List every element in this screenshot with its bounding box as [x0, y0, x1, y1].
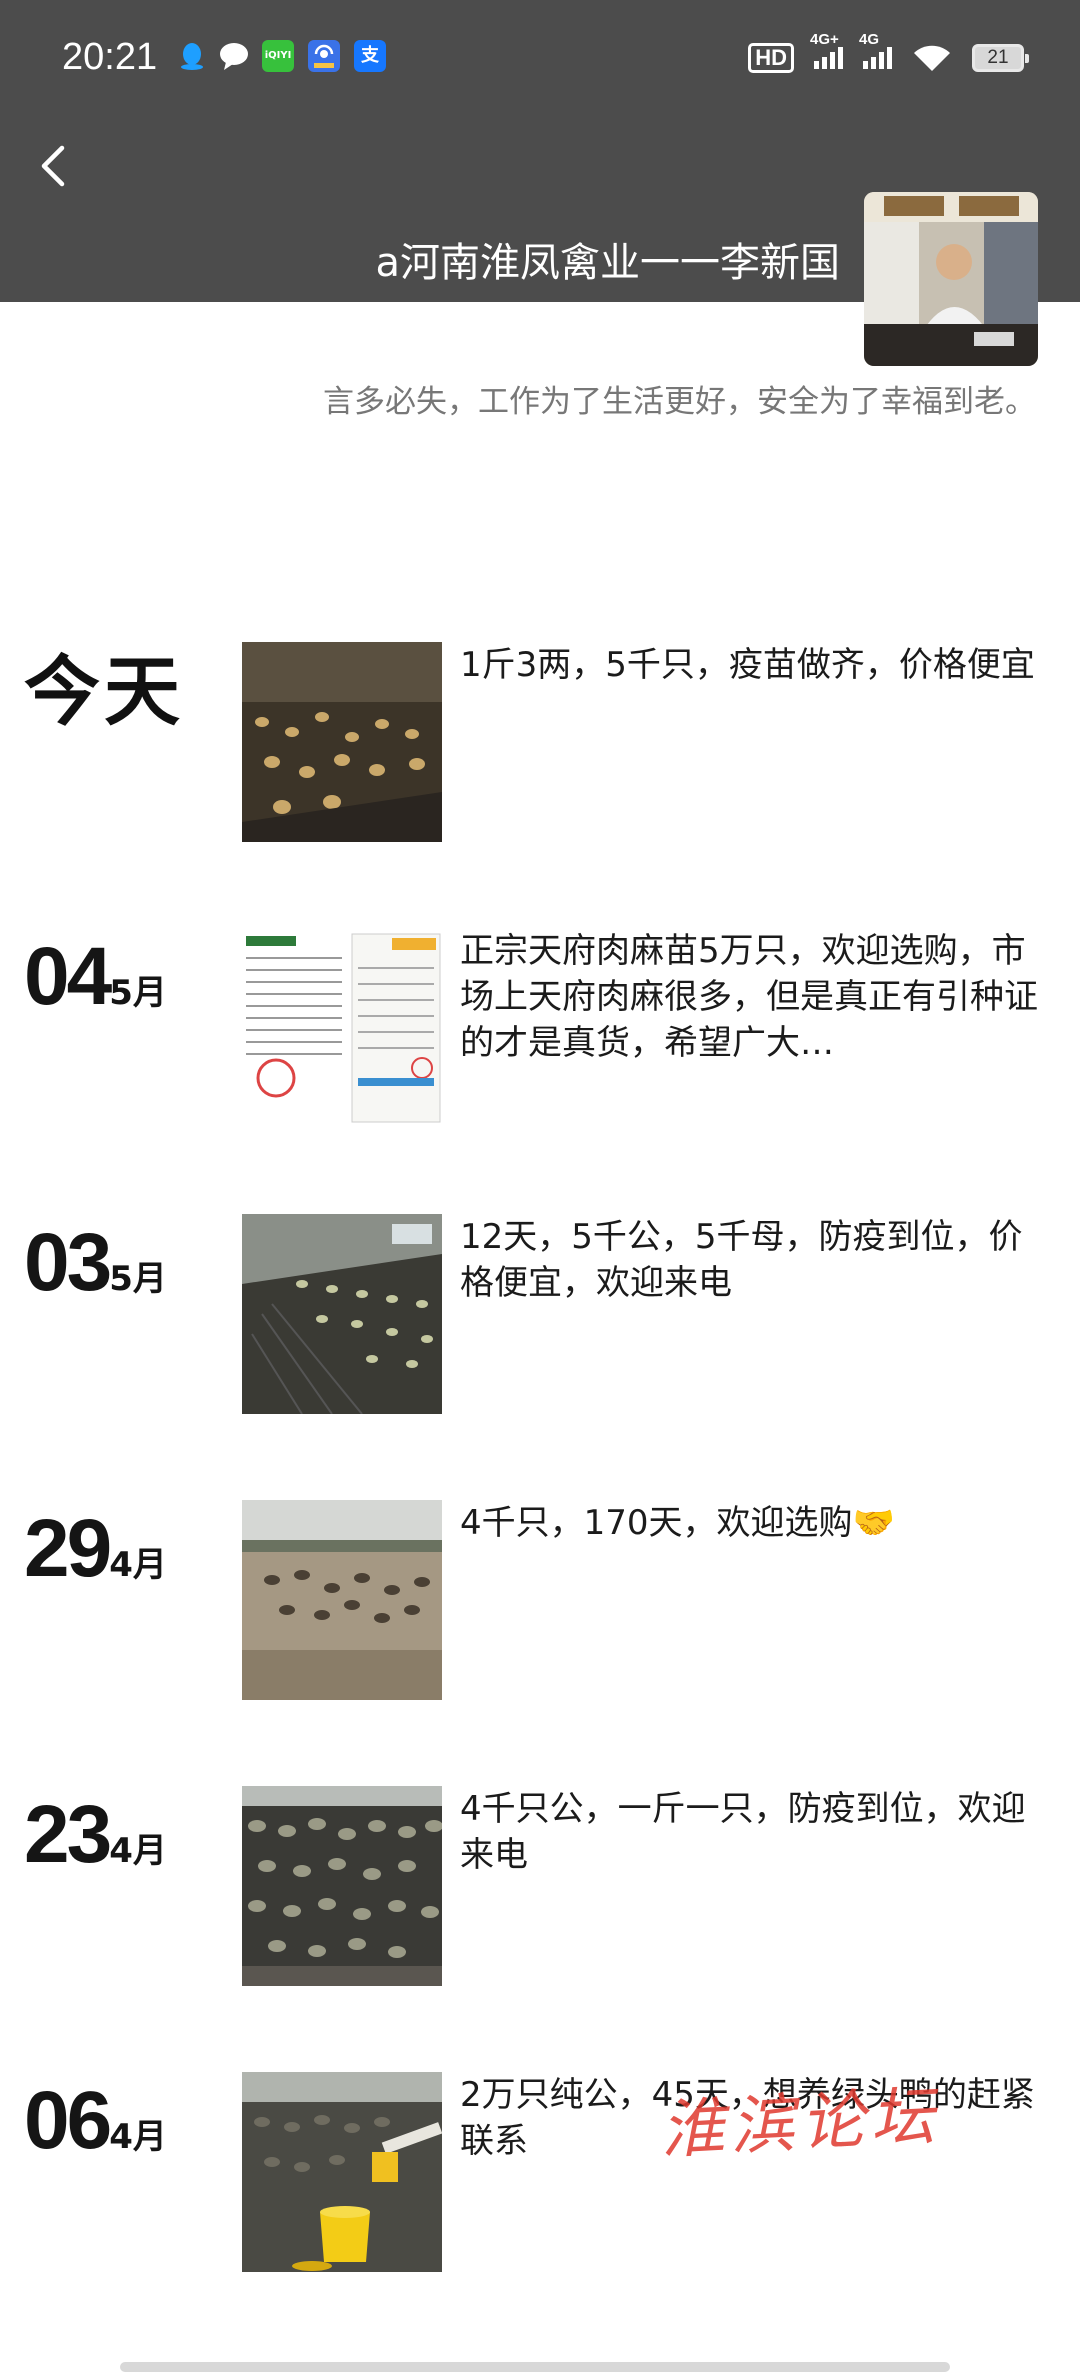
moment-month: 4月 — [109, 2117, 167, 2157]
moment-text: 正宗天府肉麻苗5万只，欢迎选购，市场上天府肉麻很多，但是真正有引种证的才是真货，… — [460, 931, 1038, 1063]
moment-date-today: 今天 — [24, 647, 184, 736]
signal-4g-icon: 4G — [859, 31, 892, 69]
moment-thumbnail[interactable] — [242, 642, 442, 842]
message-bubble-icon — [218, 40, 250, 72]
moment-month: 4月 — [109, 1831, 167, 1871]
moment-day: 03 — [24, 1217, 112, 1308]
moment-month: 5月 — [109, 973, 167, 1013]
certificate-document-photo — [242, 928, 442, 1128]
chevron-left-icon — [41, 145, 65, 187]
moment-thumbnail[interactable] — [242, 1786, 442, 1986]
moment-date: 035月 — [24, 1222, 167, 1304]
moment-thumbnail[interactable] — [242, 1214, 442, 1414]
moment-date: 064月 — [24, 2080, 167, 2162]
moment-day: 23 — [24, 1789, 112, 1880]
profile-name: a河南淮凤禽业一一李新国 — [375, 240, 840, 286]
moment-month: 4月 — [109, 1545, 167, 1585]
moment-text: 1斤3两，5千只，疫苗做齐，价格便宜 — [460, 645, 1035, 685]
ducks-field-photo — [242, 1500, 442, 1700]
signal-4g-plus-icon: 4G+ — [810, 31, 843, 69]
back-button[interactable] — [30, 130, 80, 200]
alipay-icon: 支 — [354, 40, 386, 72]
moment-date: 234月 — [24, 1794, 167, 1876]
moment-day: 29 — [24, 1503, 112, 1594]
broadcast-app-icon — [308, 40, 340, 72]
bottom-scroll-indicator — [120, 2362, 950, 2372]
moment-text: 12天，5千公，5千母，防疫到位，价格便宜，欢迎来电 — [460, 1217, 1023, 1303]
profile-signature: 言多必失，工作为了生活更好，安全为了幸福到老。 — [323, 384, 1036, 420]
ducks-feeder-photo — [242, 2072, 442, 2272]
moment-item[interactable]: 045月 正宗天府肉麻苗5万只，欢迎选购，市场上天府肉麻很多，但是真正有引种证的… — [0, 928, 1080, 1128]
status-bar: 20:21 iQIYI 支 HD 4G+ 4G 21 — [0, 0, 1080, 120]
iqiyi-icon: iQIYI — [262, 40, 294, 72]
moment-item[interactable]: 035月 12天，5千公，5千母，防疫到位，价格便宜，欢迎来电 — [0, 1214, 1080, 1414]
moment-day: 04 — [24, 931, 112, 1022]
hd-voice-icon: HD — [748, 43, 794, 73]
moment-text: 4千只，170天，欢迎选购🤝 — [460, 1503, 895, 1543]
status-indicators: HD 4G+ 4G 21 — [748, 31, 1029, 78]
moment-day: 06 — [24, 2075, 112, 2166]
battery-icon: 21 — [972, 44, 1029, 72]
ducklings-barn-photo — [242, 642, 442, 842]
moment-thumbnail[interactable] — [242, 1500, 442, 1700]
moment-thumbnail[interactable] — [242, 928, 442, 1128]
moment-month: 5月 — [109, 1259, 167, 1299]
status-time: 20:21 — [62, 36, 158, 78]
wifi-icon — [914, 45, 950, 71]
moment-date: 045月 — [24, 936, 167, 1018]
moment-thumbnail[interactable] — [242, 2072, 442, 2272]
qq-icon — [176, 40, 208, 72]
moment-text: 4千只公，一斤一只，防疫到位，欢迎来电 — [460, 1789, 1026, 1875]
ducks-crowd-photo — [242, 1786, 442, 1986]
moment-item[interactable]: 234月 4千只公，一斤一只，防疫到位，欢迎来电 — [0, 1786, 1080, 1986]
moment-item[interactable]: 今天 1斤3两，5千只，疫苗做齐，价格便宜 — [0, 642, 1080, 842]
avatar-photo — [864, 192, 1038, 366]
avatar[interactable] — [864, 192, 1038, 366]
ducks-shed-photo — [242, 1214, 442, 1414]
moment-date: 294月 — [24, 1508, 167, 1590]
forum-watermark: 淮滨论坛 — [658, 2079, 943, 2169]
moment-item[interactable]: 294月 4千只，170天，欢迎选购🤝 — [0, 1500, 1080, 1700]
